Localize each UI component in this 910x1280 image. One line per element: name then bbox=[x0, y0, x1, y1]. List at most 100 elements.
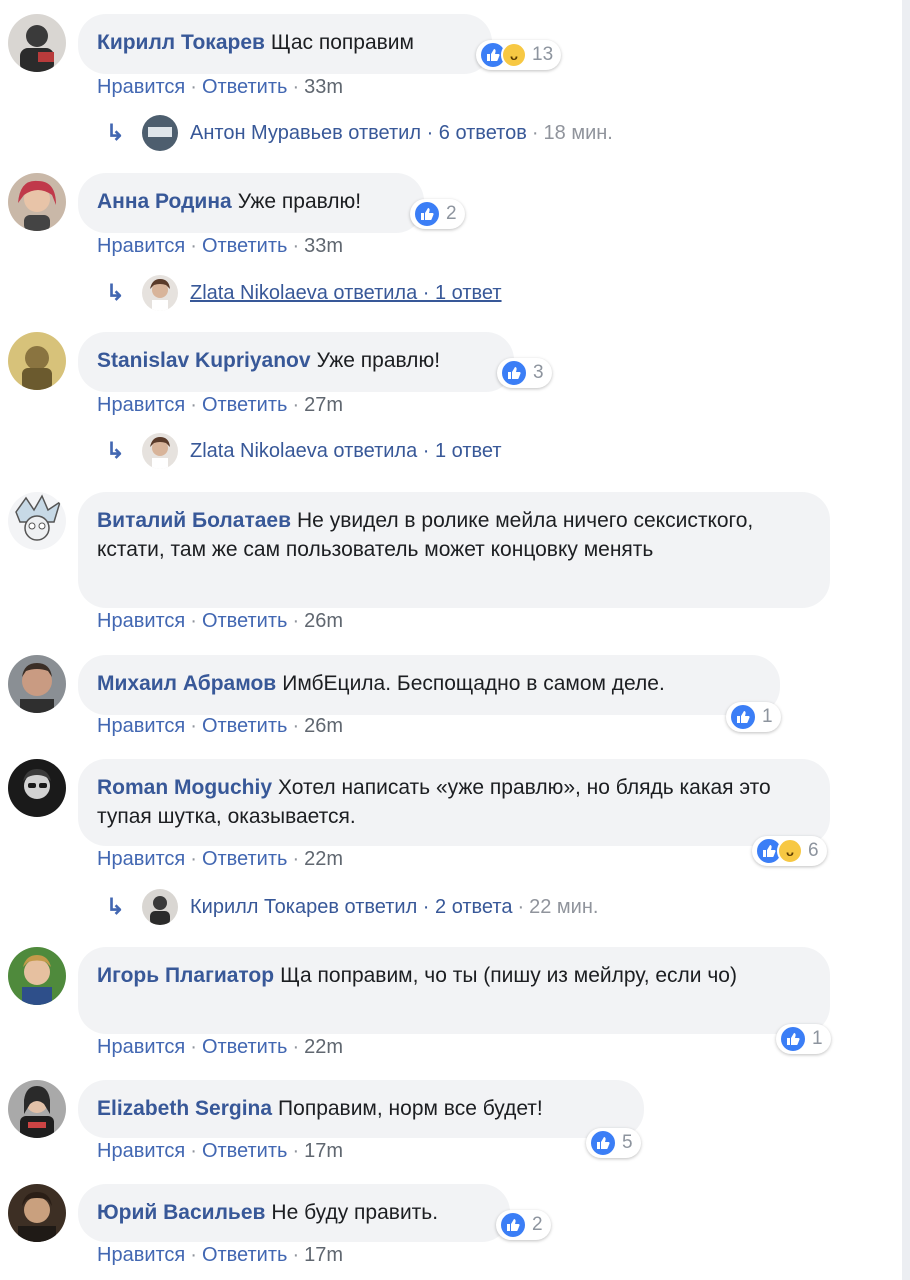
replies-text[interactable]: Zlata Nikolaeva ответила · 1 ответ bbox=[190, 282, 502, 305]
reaction-count: 2 bbox=[532, 1214, 543, 1235]
reaction-summary[interactable]: ᴗ 13 bbox=[476, 40, 562, 70]
comment-author[interactable]: Roman Moguchiy bbox=[97, 776, 272, 799]
like-link[interactable]: Нравится bbox=[97, 235, 185, 257]
avatar[interactable] bbox=[8, 1184, 66, 1242]
replies-link[interactable]: ↳ Кирилл Токарев ответил · 2 ответа · 22 м… bbox=[106, 887, 598, 927]
reply-link[interactable]: Ответить bbox=[202, 394, 288, 416]
comment-author[interactable]: Игорь Плагиатор bbox=[97, 964, 274, 987]
comment-text: Уже правлю! bbox=[316, 349, 441, 372]
reply-link[interactable]: Ответить bbox=[202, 715, 288, 737]
reply-link[interactable]: Ответить bbox=[202, 1036, 288, 1058]
avatar[interactable] bbox=[8, 947, 66, 1005]
reaction-count: 1 bbox=[812, 1028, 823, 1049]
comment-actions: Нравится · Ответить · 26m bbox=[97, 715, 344, 737]
reply-avatar bbox=[142, 889, 178, 925]
comment-bubble: Stanislav Kupriyanov Уже правлю! bbox=[78, 332, 514, 392]
like-link[interactable]: Нравится bbox=[97, 848, 185, 870]
comment-actions: Нравится · Ответить · 33m bbox=[97, 76, 344, 98]
comment-bubble: Roman Moguchiy Хотел написать «уже правлю… bbox=[78, 759, 830, 846]
comment-author[interactable]: Анна Родина bbox=[97, 190, 232, 213]
comment-actions: Нравится · Ответить · 27m bbox=[97, 394, 344, 416]
reaction-summary[interactable]: 1 bbox=[776, 1024, 831, 1054]
comment-time[interactable]: 17m bbox=[304, 1244, 343, 1266]
avatar[interactable] bbox=[8, 173, 66, 231]
reaction-summary[interactable]: 5 bbox=[586, 1128, 641, 1158]
comment-author[interactable]: Виталий Болатаев bbox=[97, 509, 291, 532]
comment-actions: Нравится · Ответить · 26m bbox=[97, 610, 344, 632]
reply-arrow-icon: ↳ bbox=[106, 438, 125, 463]
comment-bubble: Elizabeth Sergina Поправим, норм все буде… bbox=[78, 1080, 644, 1138]
comment-actions: Нравится · Ответить · 33m bbox=[97, 235, 344, 257]
reply-avatar bbox=[142, 115, 178, 151]
comment-time[interactable]: 22m bbox=[304, 848, 343, 870]
reaction-summary[interactable]: ᴗ 6 bbox=[752, 836, 827, 866]
comment-time[interactable]: 17m bbox=[304, 1140, 343, 1162]
replies-text[interactable]: Антон Муравьев ответил · 6 ответов bbox=[190, 122, 527, 145]
comment-text: Щас поправим bbox=[270, 31, 414, 54]
comment-time[interactable]: 22m bbox=[304, 1036, 343, 1058]
comment-author[interactable]: Elizabeth Sergina bbox=[97, 1097, 272, 1120]
comment-actions: Нравится · Ответить · 22m bbox=[97, 848, 344, 870]
reply-link[interactable]: Ответить bbox=[202, 1140, 288, 1162]
replies-link[interactable]: ↳ Антон Муравьев ответил · 6 ответов · 18 … bbox=[106, 113, 613, 153]
comment-bubble: Юрий Васильев Не буду править. bbox=[78, 1184, 510, 1242]
comment-bubble: Михаил Абрамов ИмбЕцила. Беспощадно в сам… bbox=[78, 655, 780, 715]
reply-arrow-icon: ↳ bbox=[106, 894, 125, 919]
comment-text: Ща поправим, чо ты (пишу из мейлру, если… bbox=[280, 964, 737, 987]
like-icon bbox=[500, 359, 528, 387]
replies-time: 18 мин. bbox=[543, 121, 613, 144]
comment-author[interactable]: Кирилл Токарев bbox=[97, 31, 265, 54]
comment-bubble: Виталий Болатаев Не увидел в ролике мейла… bbox=[78, 492, 830, 608]
replies-link[interactable]: ↳ Zlata Nikolaeva ответила · 1 ответ bbox=[106, 431, 502, 471]
reply-link[interactable]: Ответить bbox=[202, 76, 288, 98]
avatar[interactable] bbox=[8, 332, 66, 390]
haha-icon: ᴗ bbox=[777, 838, 803, 864]
like-icon bbox=[779, 1025, 807, 1053]
replies-text[interactable]: Кирилл Токарев ответил · 2 ответа bbox=[190, 896, 512, 919]
reply-link[interactable]: Ответить bbox=[202, 848, 288, 870]
reaction-summary[interactable]: 2 bbox=[410, 199, 465, 229]
comment-time[interactable]: 26m bbox=[304, 610, 343, 632]
like-link[interactable]: Нравится bbox=[97, 394, 185, 416]
comment-bubble: Кирилл Токарев Щас поправим bbox=[78, 14, 492, 74]
comment-author[interactable]: Stanislav Kupriyanov bbox=[97, 349, 311, 372]
like-link[interactable]: Нравится bbox=[97, 1036, 185, 1058]
reaction-count: 1 bbox=[762, 706, 773, 727]
comment-time[interactable]: 33m bbox=[304, 235, 343, 257]
comment-bubble: Игорь Плагиатор Ща поправим, чо ты (пишу … bbox=[78, 947, 830, 1034]
like-icon bbox=[729, 703, 757, 731]
like-link[interactable]: Нравится bbox=[97, 715, 185, 737]
comment-text: Не буду править. bbox=[271, 1201, 439, 1224]
reaction-summary[interactable]: 1 bbox=[726, 702, 781, 732]
reaction-summary[interactable]: 3 bbox=[497, 358, 552, 388]
replies-link[interactable]: ↳ Zlata Nikolaeva ответила · 1 ответ bbox=[106, 273, 502, 313]
avatar[interactable] bbox=[8, 14, 66, 72]
comment-time[interactable]: 27m bbox=[304, 394, 343, 416]
comment-author[interactable]: Юрий Васильев bbox=[97, 1201, 265, 1224]
avatar[interactable] bbox=[8, 492, 66, 550]
reply-link[interactable]: Ответить bbox=[202, 610, 288, 632]
like-link[interactable]: Нравится bbox=[97, 1244, 185, 1266]
reply-link[interactable]: Ответить bbox=[202, 1244, 288, 1266]
haha-icon: ᴗ bbox=[501, 42, 527, 68]
comment-actions: Нравится · Ответить · 17m bbox=[97, 1140, 344, 1162]
page-edge bbox=[902, 0, 910, 1280]
reaction-count: 13 bbox=[532, 44, 554, 65]
reply-link[interactable]: Ответить bbox=[202, 235, 288, 257]
comment-author[interactable]: Михаил Абрамов bbox=[97, 672, 276, 695]
like-link[interactable]: Нравится bbox=[97, 610, 185, 632]
comment-actions: Нравится · Ответить · 17m bbox=[97, 1244, 344, 1266]
reaction-count: 2 bbox=[446, 203, 457, 224]
reaction-summary[interactable]: 2 bbox=[496, 1210, 551, 1240]
avatar[interactable] bbox=[8, 759, 66, 817]
like-link[interactable]: Нравится bbox=[97, 76, 185, 98]
like-link[interactable]: Нравится bbox=[97, 1140, 185, 1162]
avatar[interactable] bbox=[8, 1080, 66, 1138]
comment-time[interactable]: 33m bbox=[304, 76, 343, 98]
reply-arrow-icon: ↳ bbox=[106, 120, 125, 145]
avatar[interactable] bbox=[8, 655, 66, 713]
comment-time[interactable]: 26m bbox=[304, 715, 343, 737]
comment-actions: Нравится · Ответить · 22m bbox=[97, 1036, 344, 1058]
replies-text[interactable]: Zlata Nikolaeva ответила · 1 ответ bbox=[190, 440, 502, 463]
reply-avatar bbox=[142, 433, 178, 469]
